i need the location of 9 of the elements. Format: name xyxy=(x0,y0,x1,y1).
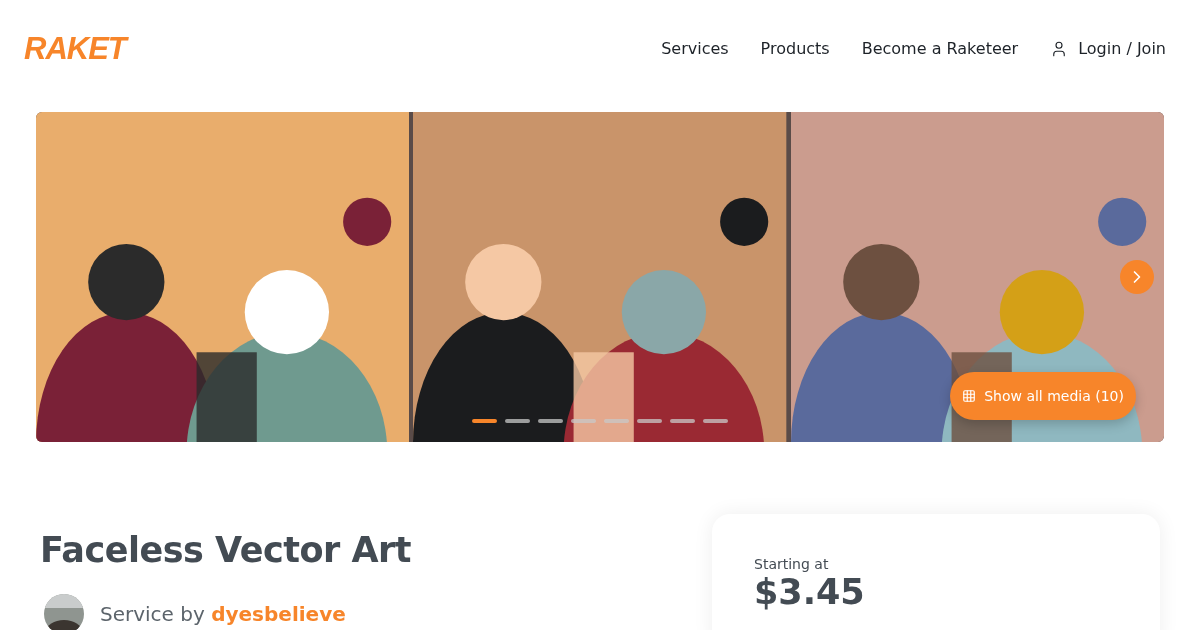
nav-link[interactable]: Become a Raketeer xyxy=(861,39,1019,58)
login-link[interactable]: Login / Join xyxy=(1050,39,1166,58)
nav-link[interactable]: Services xyxy=(661,39,729,58)
nav-link[interactable]: Products xyxy=(760,39,830,58)
grid-icon xyxy=(962,389,977,403)
price: $3.45 xyxy=(754,572,866,612)
service-title: Faceless Vector Art xyxy=(40,530,411,570)
service-by-text: Service by dyesbelieve xyxy=(100,602,346,626)
price-label: Starting at xyxy=(754,556,830,572)
